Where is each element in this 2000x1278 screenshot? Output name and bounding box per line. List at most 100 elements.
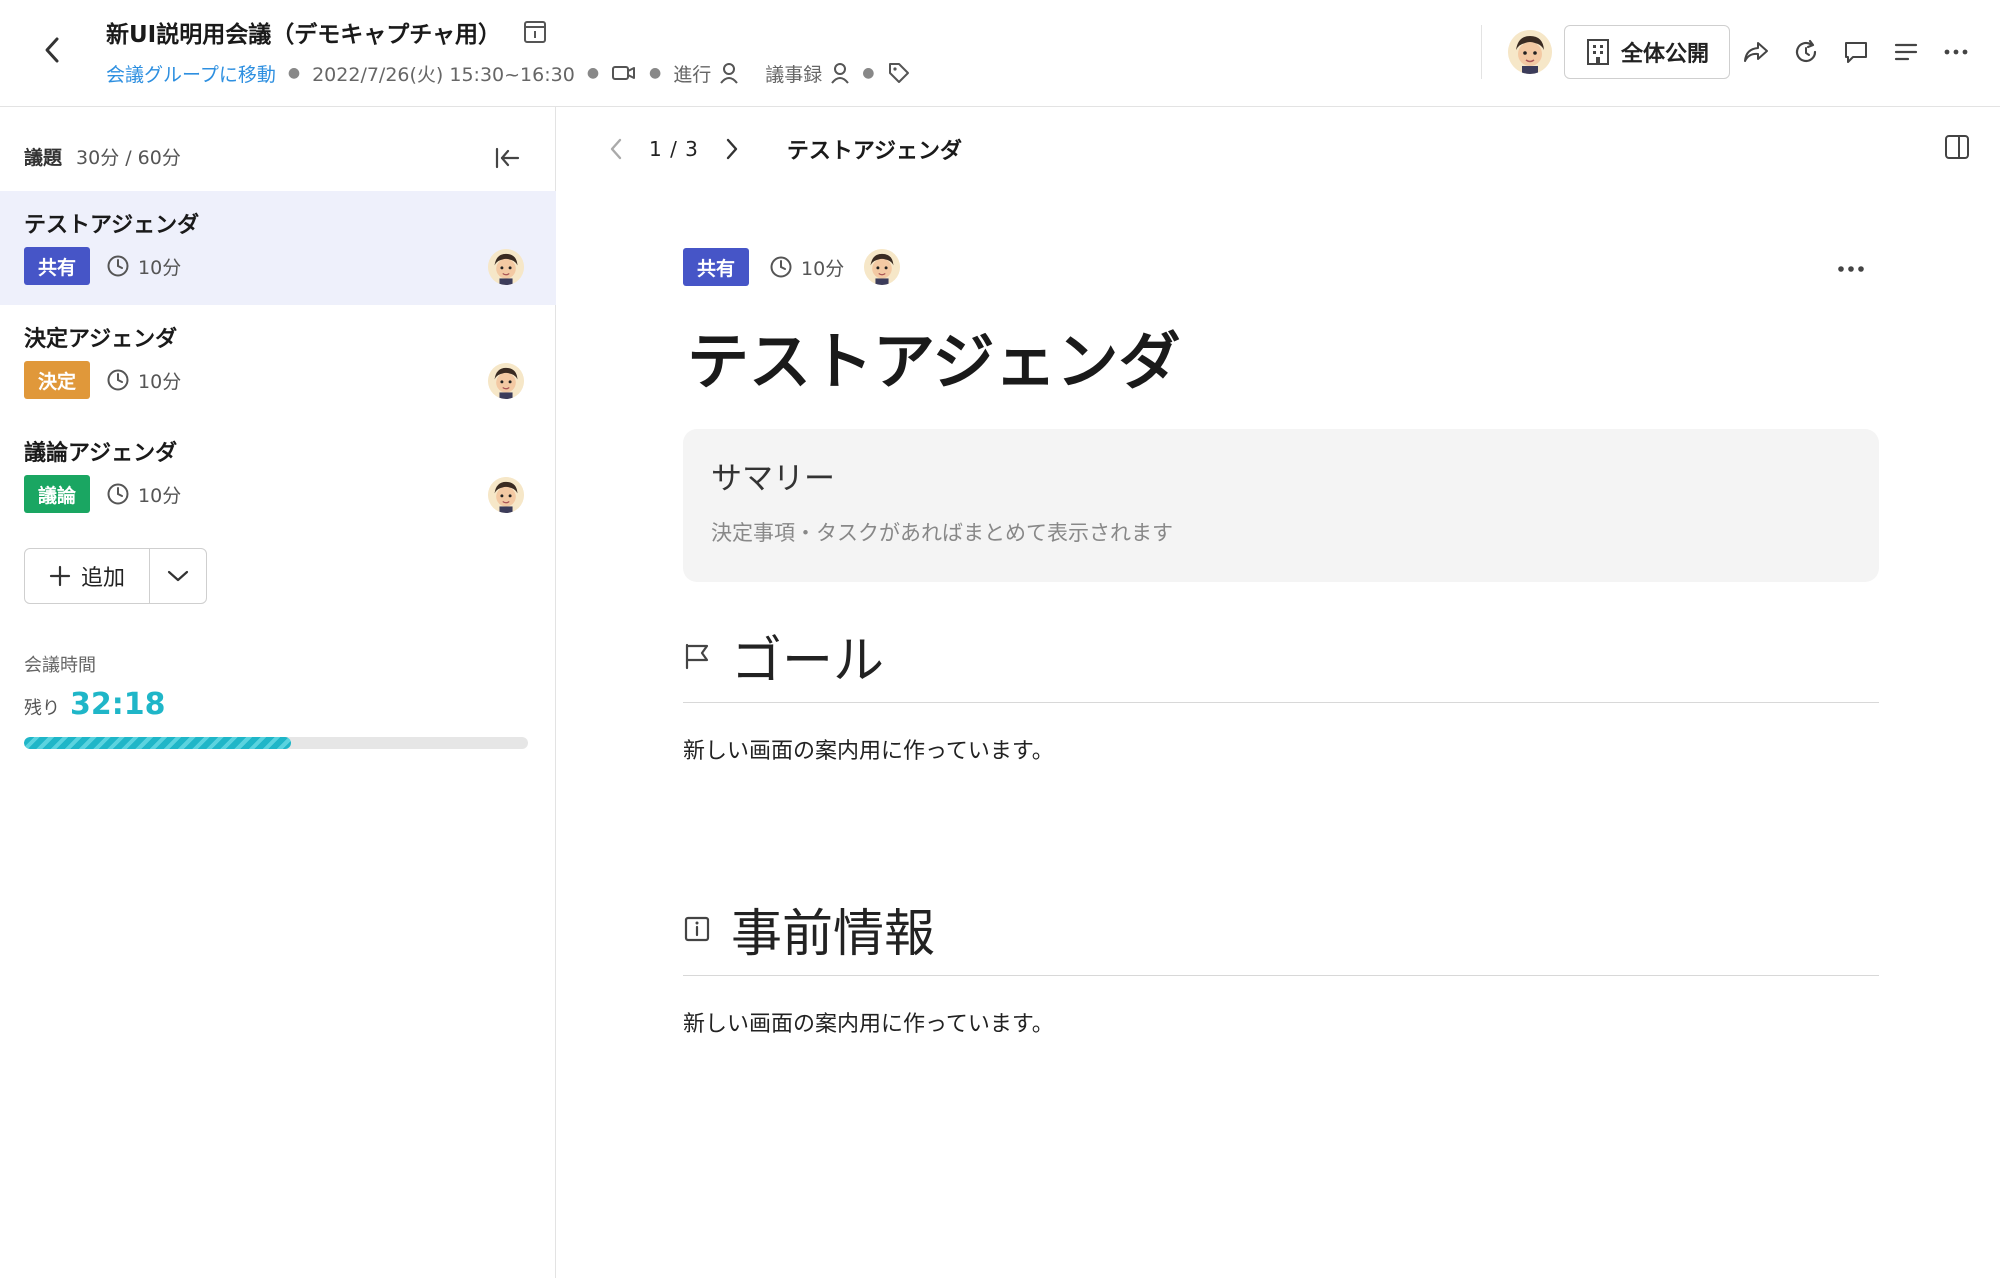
info-panel-icon — [524, 21, 547, 43]
agenda-item-title: テストアジェンダ — [24, 213, 200, 238]
agenda-time: 10分 — [106, 253, 181, 280]
avatar-face-icon — [1507, 30, 1552, 74]
chevron-left-icon — [45, 37, 59, 63]
avatar-face-icon — [864, 249, 901, 285]
add-agenda-button[interactable]: 追加 — [25, 549, 150, 603]
minutes-taker-selector[interactable]: 議事録 — [765, 60, 850, 87]
facilitator-label: 進行 — [673, 63, 712, 86]
minutes-taker-label: 議事録 — [765, 63, 823, 86]
agenda-item-title: 決定アジェンダ — [24, 327, 178, 352]
agenda-type-badge[interactable]: 共有 — [683, 248, 750, 286]
agenda-owner-avatar[interactable] — [864, 249, 901, 285]
list-lines-icon — [1894, 43, 1918, 61]
avatar-face-icon — [488, 363, 524, 399]
more-horizontal-icon — [1944, 49, 1968, 55]
share-arrow-icon — [1744, 42, 1768, 62]
chevron-down-icon — [167, 570, 189, 582]
clock-icon — [107, 255, 129, 277]
separator-dot: ● — [862, 65, 875, 81]
clock-icon — [107, 369, 129, 391]
clock-icon — [770, 256, 792, 278]
agenda-owner-avatar[interactable] — [488, 363, 524, 399]
agenda-owner-avatar[interactable] — [488, 477, 524, 513]
remaining-label: 残り — [24, 698, 60, 719]
history-button[interactable] — [1782, 28, 1830, 76]
meeting-time-progress — [24, 737, 528, 749]
person-icon — [831, 63, 850, 84]
comments-button[interactable] — [1832, 28, 1880, 76]
share-button[interactable] — [1732, 28, 1780, 76]
facilitator-selector[interactable]: 進行 — [673, 60, 739, 87]
agenda-sidebar: 議題 30分 / 60分 テストアジェンダ 共有 10分 決定アジェンダ 決定 … — [0, 107, 556, 1278]
meeting-time-progress-fill — [24, 737, 292, 749]
visibility-label: 全体公開 — [1620, 42, 1709, 67]
group-link[interactable]: 会議グループに移動 — [106, 60, 276, 87]
separator-dot: ● — [649, 65, 662, 81]
agenda-time-value: 10分 — [138, 370, 182, 393]
back-button[interactable] — [36, 34, 68, 66]
agenda-type-badge: 決定 — [24, 361, 91, 399]
agenda-type-badge: 共有 — [24, 247, 91, 285]
agenda-item[interactable]: 議論アジェンダ 議論 10分 — [0, 419, 556, 533]
separator-dot: ● — [586, 65, 600, 81]
summary-heading: サマリー — [711, 461, 835, 497]
clock-icon — [107, 483, 129, 505]
agenda-page-title: テストアジェンダ — [786, 139, 963, 164]
refresh-clock-icon — [1795, 39, 1817, 63]
agenda-detail: 1 / 3 テストアジェンダ 共有 10分 テストアジェンダ サマリー 決定事項… — [557, 107, 2000, 1278]
add-agenda-group: 追加 — [24, 548, 207, 604]
agenda-time[interactable]: 10分 — [769, 254, 844, 281]
user-avatar[interactable] — [1507, 30, 1552, 74]
plus-icon — [49, 565, 71, 587]
section-body[interactable]: 新しい画面の案内用に作っています。 — [683, 733, 1054, 765]
meeting-time-label: 会議時間 — [24, 655, 96, 676]
section-divider — [683, 975, 1879, 976]
outline-button[interactable] — [1882, 28, 1930, 76]
agenda-item[interactable]: 決定アジェンダ 決定 10分 — [0, 305, 556, 419]
more-horizontal-icon — [1838, 266, 1864, 272]
page-title: 新UI説明用会議（デモキャプチャ用） — [106, 22, 502, 48]
agenda-duration: 30分 / 60分 — [76, 147, 181, 169]
avatar-face-icon — [488, 249, 524, 285]
summary-placeholder: 決定事項・タスクがあればまとめて表示されます — [711, 521, 1173, 545]
agenda-label: 議題 — [24, 147, 63, 169]
add-agenda-dropdown[interactable] — [150, 549, 206, 603]
chevron-right-icon — [726, 138, 738, 160]
more-menu-button[interactable] — [1932, 28, 1980, 76]
video-camera-icon — [612, 66, 636, 80]
next-agenda-button[interactable] — [715, 132, 749, 166]
prev-agenda-button[interactable] — [599, 132, 633, 166]
collapse-left-icon — [495, 147, 520, 169]
meeting-info-button[interactable] — [523, 20, 547, 44]
chevron-left-icon — [610, 138, 622, 160]
agenda-owner-avatar[interactable] — [488, 249, 524, 285]
agenda-time-value: 10分 — [801, 257, 845, 280]
split-view-button[interactable] — [1937, 127, 1977, 167]
person-icon — [720, 63, 739, 84]
avatar-face-icon — [488, 477, 524, 513]
agenda-type-badge: 議論 — [24, 475, 91, 513]
split-panel-icon — [1945, 135, 1969, 159]
agenda-time-value: 10分 — [138, 484, 182, 507]
agenda-time: 10分 — [106, 481, 181, 508]
building-icon — [1586, 39, 1609, 65]
info-icon — [684, 916, 710, 942]
section-body[interactable]: 新しい画面の案内用に作っています。 — [683, 1006, 1054, 1038]
agenda-item[interactable]: テストアジェンダ 共有 10分 — [0, 191, 556, 305]
summary-card: サマリー 決定事項・タスクがあればまとめて表示されます — [683, 429, 1879, 582]
meeting-datetime: 2022/7/26(火) 15:30~16:30 — [312, 63, 575, 86]
tag-icon — [888, 63, 909, 83]
video-button[interactable] — [611, 63, 637, 83]
tag-button[interactable] — [887, 61, 911, 85]
agenda-title[interactable]: テストアジェンダ — [687, 311, 1181, 401]
header-divider — [1480, 25, 1482, 79]
comment-icon — [1845, 42, 1867, 63]
collapse-sidebar-button[interactable] — [490, 141, 524, 175]
agenda-time: 10分 — [106, 367, 181, 394]
add-agenda-label: 追加 — [80, 566, 125, 591]
agenda-more-button[interactable] — [1833, 251, 1869, 287]
section-heading[interactable]: ゴール — [731, 619, 884, 693]
visibility-button[interactable]: 全体公開 — [1563, 25, 1730, 79]
section-heading[interactable]: 事前情報 — [731, 892, 935, 966]
agenda-time-value: 10分 — [138, 256, 182, 279]
